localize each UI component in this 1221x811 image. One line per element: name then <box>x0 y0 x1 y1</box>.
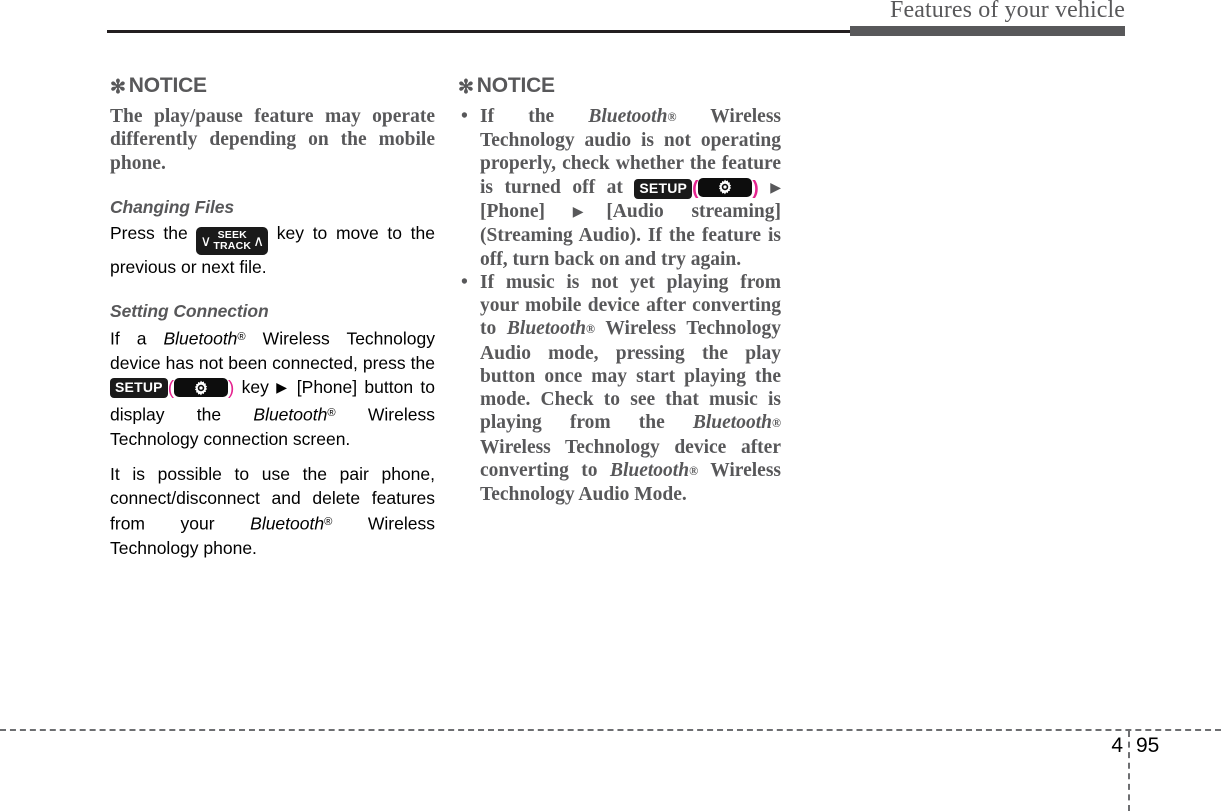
triangle-right-icon: ▶ <box>770 179 782 196</box>
notice-body-left: The play/pause feature may operate diffe… <box>110 106 435 174</box>
chevron-up-icon: ∧ <box>253 231 265 250</box>
notice-heading-right: ✻ NOTICE <box>458 74 781 99</box>
subheading-changing-files: Changing Files <box>110 196 235 217</box>
b1-text-a: If the <box>480 106 555 127</box>
header-rule-thin <box>107 30 852 33</box>
registered-mark: ® <box>689 463 699 478</box>
setup-key-badge[interactable]: SETUP <box>634 178 693 199</box>
registered-mark: ® <box>237 331 246 344</box>
paragraph-setting-connection-2: It is possible to use the pair phone, co… <box>110 462 435 560</box>
triangle-right-icon: ▶ <box>276 380 290 397</box>
bluetooth-wordmark-3: Bluetooth <box>250 513 325 534</box>
bluetooth-wordmark-1: Bluetooth <box>506 318 586 340</box>
gear-key-badge[interactable] <box>698 177 753 197</box>
notice-star-icon: ✻ <box>458 77 474 98</box>
bullet-1-text: If the Bluetooth® Wireless Technology au… <box>480 105 781 271</box>
footer-vertical-divider <box>1128 731 1130 811</box>
sc-text-a: If a <box>110 329 147 350</box>
notice-heading-label: NOTICE <box>476 74 555 97</box>
bluetooth-wordmark-2: Bluetooth <box>253 404 328 425</box>
subheading-setting-connection: Setting Connection <box>110 301 269 322</box>
bluetooth-wordmark: Bluetooth <box>588 106 668 127</box>
gear-key-badge[interactable] <box>174 378 229 398</box>
footer-page-number: 95 <box>1136 734 1160 757</box>
registered-mark: ® <box>586 322 596 337</box>
seek-track-key-badge[interactable]: ∨ SEEK TRACK ∧ <box>196 226 269 256</box>
paragraph-setting-connection-1: If a Bluetooth® Wireless Technology devi… <box>110 325 435 450</box>
paren-close: ) <box>228 378 235 400</box>
bluetooth-wordmark-2: Bluetooth <box>692 412 772 434</box>
notice-bullet-1: • If the Bluetooth® Wireless Technology … <box>458 105 781 271</box>
registered-mark: ® <box>327 407 336 420</box>
bullet-dot-icon: • <box>461 106 468 127</box>
footer-divider <box>0 729 1221 731</box>
notice-bullet-2: • If music is not yet playing from your … <box>458 271 781 506</box>
registered-mark: ® <box>324 515 333 528</box>
triangle-right-icon-2: ▶ <box>572 203 607 220</box>
bluetooth-wordmark: Bluetooth <box>163 329 238 350</box>
registered-mark: ® <box>771 416 782 431</box>
paren-close: ) <box>752 177 759 199</box>
registered-mark: ® <box>667 109 677 124</box>
text-before-seek-key: Press the <box>110 222 188 243</box>
chevron-down-icon: ∨ <box>200 231 212 250</box>
left-column: ✻ NOTICE The play/pause feature may opera… <box>110 74 435 560</box>
bullet-dot-icon: • <box>461 271 468 293</box>
bluetooth-wordmark-3: Bluetooth <box>609 459 690 481</box>
footer-chapter-number: 4 <box>1111 734 1123 757</box>
notice-heading-left: ✻ NOTICE <box>110 74 435 99</box>
track-label: TRACK <box>213 240 252 253</box>
sc-text-c: key <box>241 377 269 398</box>
paragraph-changing-files: Press the ∨ SEEK TRACK ∧ key to move to the… <box>110 221 435 280</box>
b1-text-c: [Phone] <box>480 200 545 222</box>
bullet-2-text: If music is not yet playing from your mo… <box>480 271 781 506</box>
notice-star-icon: ✻ <box>110 77 126 98</box>
setup-key-badge[interactable]: SETUP <box>110 378 168 399</box>
notice-heading-label: NOTICE <box>128 74 207 97</box>
page-header: Features of your vehicle <box>0 0 1221 40</box>
header-rule-thick <box>850 26 1125 36</box>
sc-text-b: Wireless Technology device has not been … <box>110 329 435 374</box>
page-title: Features of your vehicle <box>890 0 1125 23</box>
right-column: ✻ NOTICE • If the Bluetooth® Wireless Tec… <box>458 74 781 506</box>
